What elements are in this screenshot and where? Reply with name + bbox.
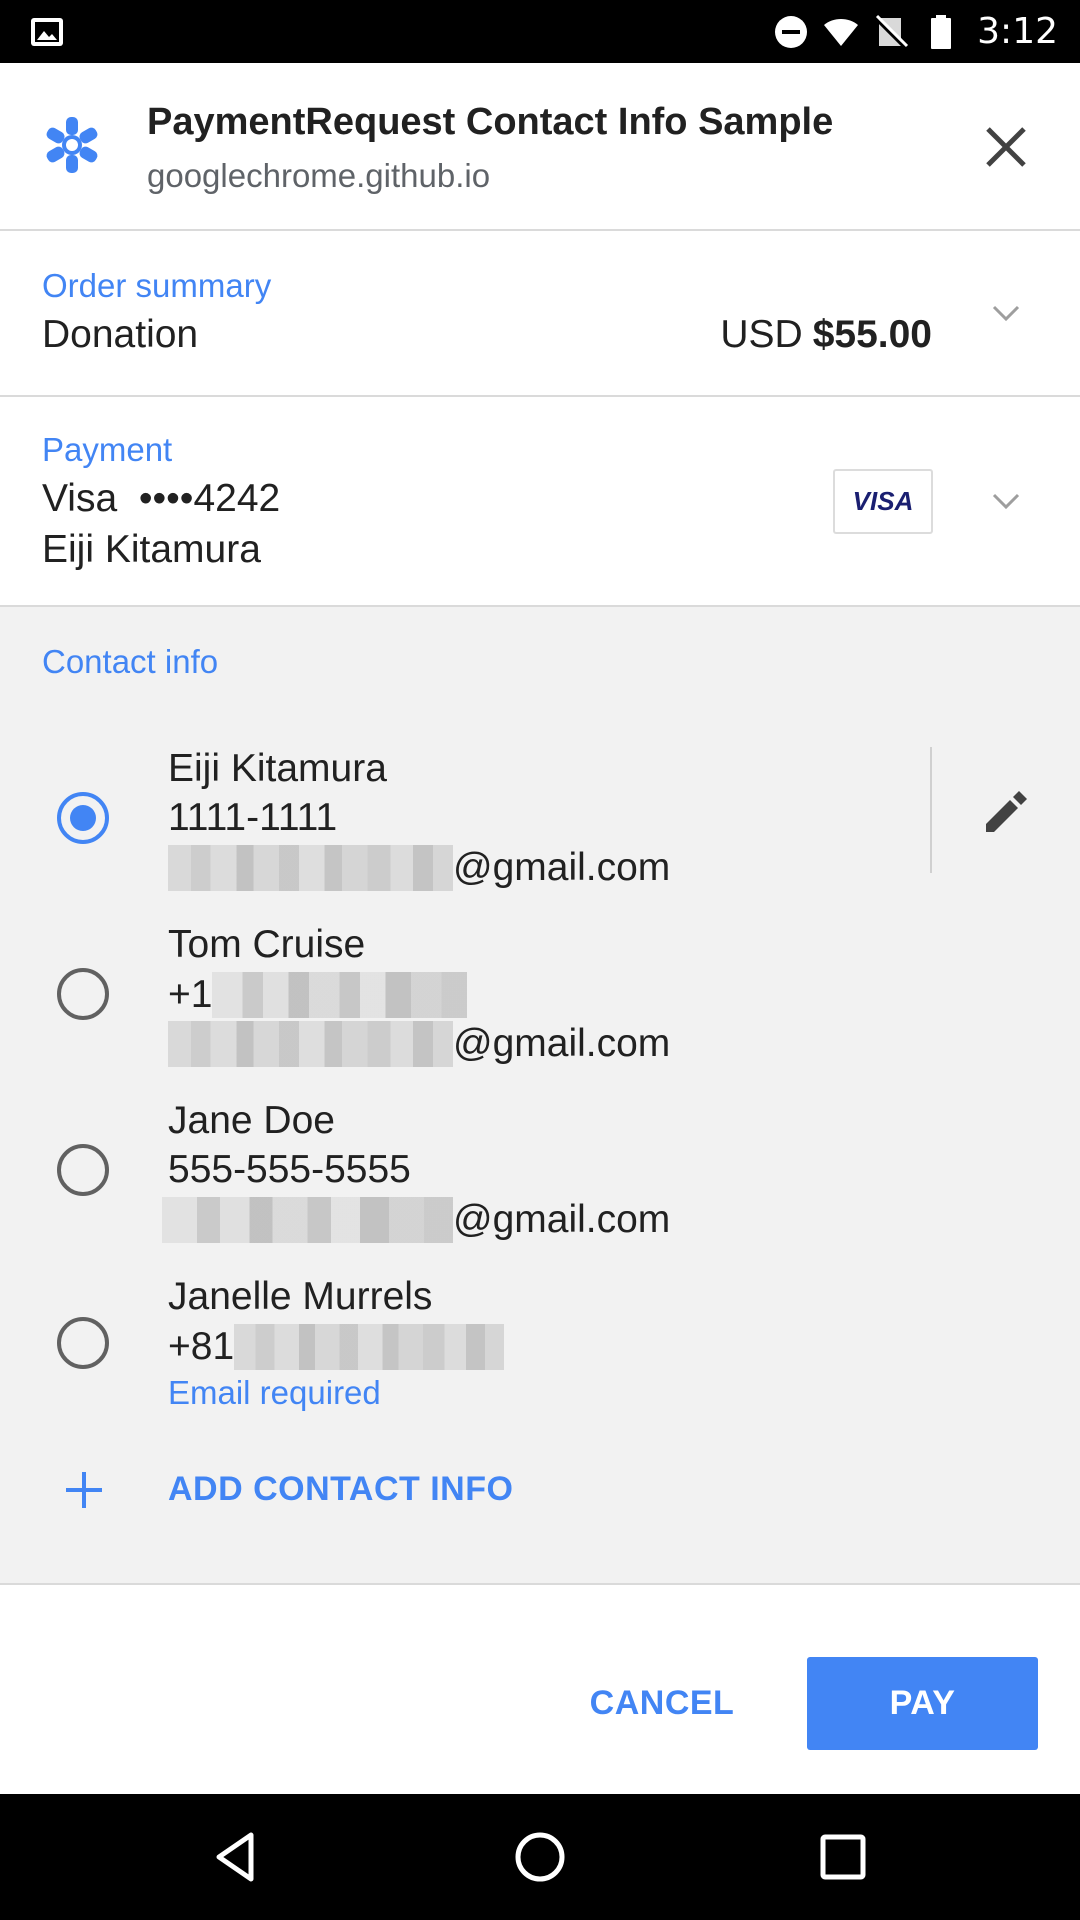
cancel-button[interactable]: CANCEL [572, 1657, 752, 1749]
email-suffix: @gmail.com [453, 1022, 671, 1065]
contact-email: @gmail.com [168, 1021, 670, 1067]
payment-card: Visa ••••4242 [42, 477, 281, 520]
order-summary-section[interactable]: Order summary Donation USD $55.00 [0, 233, 1080, 397]
chevron-down-icon[interactable] [986, 481, 1026, 521]
contact-name: Eiji Kitamura [168, 747, 387, 790]
image-notification-icon [31, 18, 63, 46]
contact-name: Tom Cruise [168, 923, 366, 966]
home-icon[interactable] [510, 1827, 570, 1887]
redacted-text [162, 1197, 453, 1243]
radio-button[interactable] [57, 1144, 109, 1196]
redacted-text [168, 845, 453, 891]
add-contact-info-button[interactable]: ADD CONTACT INFO [0, 1438, 1080, 1548]
contact-info-section: Contact info Eiji Kitamura 1111-1111 @gm… [0, 607, 1080, 1585]
email-required-warning: Email required [168, 1374, 381, 1411]
pay-button[interactable]: PAY [807, 1657, 1038, 1750]
status-time: 3:12 [977, 11, 1058, 52]
wifi-icon [824, 18, 859, 46]
order-amount: $55.00 [812, 313, 932, 356]
page-origin: googlechrome.github.io [147, 157, 491, 194]
recent-apps-icon[interactable] [813, 1827, 873, 1887]
radio-button[interactable] [57, 968, 109, 1020]
contact-option[interactable]: Eiji Kitamura 1111-1111 @gmail.com [0, 737, 1080, 897]
pencil-icon[interactable] [978, 784, 1034, 840]
payment-sheet-footer: CANCEL PAY [0, 1614, 1080, 1794]
battery-icon [931, 14, 952, 49]
contact-option[interactable]: Tom Cruise +1 @gmail.com [0, 913, 1080, 1073]
phone-prefix: +81 [168, 1325, 235, 1368]
page-title: PaymentRequest Contact Info Sample [147, 101, 834, 143]
order-item: Donation [42, 313, 199, 356]
radio-button-checked[interactable] [57, 792, 109, 844]
close-icon[interactable] [976, 117, 1036, 177]
contact-name: Jane Doe [168, 1099, 335, 1142]
do-not-disturb-icon [775, 15, 808, 48]
plus-icon [66, 1472, 102, 1508]
redacted-text [212, 972, 468, 1018]
contact-phone: 555-555-5555 [168, 1148, 411, 1191]
back-icon[interactable] [207, 1827, 267, 1887]
redacted-text [234, 1324, 505, 1370]
contact-option[interactable]: Janelle Murrels +81 Email required [0, 1265, 1080, 1415]
navigation-bar [0, 1794, 1080, 1920]
payment-label: Payment [42, 431, 173, 468]
contact-option[interactable]: Jane Doe 555-555-5555 @gmail.com [0, 1089, 1080, 1249]
visa-card-icon: VISA [833, 469, 933, 534]
contact-email: @gmail.com [162, 1197, 670, 1243]
asterisk-badge-icon [46, 117, 98, 173]
redacted-text [168, 1021, 453, 1067]
no-signal-icon [874, 14, 909, 49]
payment-cardholder: Eiji Kitamura [42, 528, 261, 571]
contact-phone: +1 [168, 972, 468, 1018]
payment-section[interactable]: Payment Visa ••••4242 Eiji Kitamura VISA [0, 397, 1080, 607]
phone-prefix: +1 [168, 973, 213, 1016]
chevron-down-icon[interactable] [986, 293, 1026, 333]
order-summary-label: Order summary [42, 267, 272, 304]
contact-name: Janelle Murrels [168, 1275, 433, 1318]
add-contact-info-label: ADD CONTACT INFO [168, 1470, 514, 1508]
order-total: USD $55.00 [720, 313, 932, 357]
email-suffix: @gmail.com [453, 1198, 671, 1241]
status-bar: 3:12 [0, 0, 1080, 63]
contact-email: @gmail.com [168, 845, 670, 891]
contact-phone: 1111-1111 [168, 796, 338, 839]
divider [930, 747, 932, 873]
card-brand: VISA [852, 486, 914, 516]
contact-info-label: Contact info [42, 643, 219, 680]
status-icons: 3:12 [773, 0, 1058, 63]
order-currency: USD [720, 313, 803, 356]
radio-button[interactable] [57, 1317, 109, 1369]
payment-sheet-header: PaymentRequest Contact Info Sample googl… [0, 63, 1080, 231]
contact-phone: +81 [168, 1324, 505, 1370]
email-suffix: @gmail.com [453, 846, 671, 889]
